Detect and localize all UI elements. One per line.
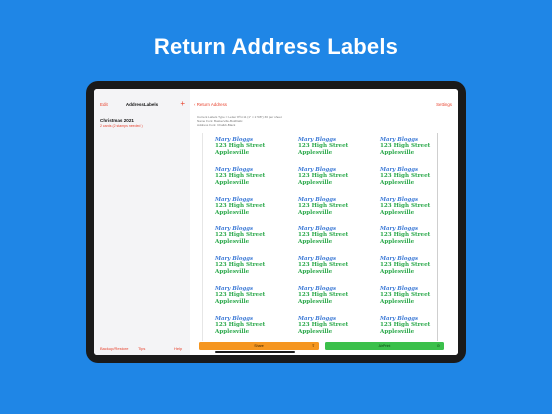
label-city: Applesville <box>298 239 333 246</box>
label-city: Applesville <box>215 328 250 335</box>
label-city: Applesville <box>298 328 333 335</box>
label-city: Applesville <box>298 179 333 186</box>
share-button-label: Share <box>254 344 264 348</box>
address-label: Mary Bloggs 123 High Street Applesville <box>215 197 289 221</box>
label-city: Applesville <box>380 209 415 216</box>
chevron-left-icon: ‹ <box>194 102 196 107</box>
marketing-headline: Return Address Labels <box>153 34 399 59</box>
label-street: 123 High Street <box>380 232 431 239</box>
label-city: Applesville <box>380 299 415 305</box>
label-street: 123 High Street <box>298 262 349 269</box>
address-label: Mary Bloggs 123 High Street Applesville <box>380 286 454 310</box>
address-label: Mary Bloggs 123 High Street Applesville <box>298 167 372 191</box>
label-street: 123 High Street <box>298 143 349 149</box>
address-label: Mary Bloggs 123 High Street Applesville <box>380 256 454 280</box>
label-city: Applesville <box>215 299 250 305</box>
address-label: Mary Bloggs 123 High Street Applesville <box>298 137 372 161</box>
address-label: Mary Bloggs 123 High Street Applesville <box>380 197 454 221</box>
address-label: Mary Bloggs 123 High Street Applesville <box>380 226 454 250</box>
ipad-screen: 2:02 PM Wed Mar 10 ▂▃▅ 100% Edit Address… <box>94 89 458 355</box>
home-indicator <box>215 351 295 353</box>
label-street: 123 High Street <box>215 321 266 328</box>
label-city: Applesville <box>380 239 415 246</box>
label-city: Applesville <box>298 150 333 156</box>
back-button[interactable]: ‹ Return Address <box>194 102 227 107</box>
sidebar: Edit AddressLabels + Christmas 2021 2 ca… <box>94 89 191 355</box>
main-panel: ‹ Return Address Settings Current Labels… <box>190 89 458 355</box>
address-label: Mary Bloggs 123 High Street Applesville <box>215 286 289 310</box>
label-street: 123 High Street <box>215 143 266 149</box>
sidebar-header: Edit AddressLabels + <box>94 99 190 111</box>
label-city: Applesville <box>215 150 250 156</box>
address-label: Mary Bloggs 123 High Street Applesville <box>298 226 372 250</box>
label-city: Applesville <box>215 209 250 216</box>
share-icon: ⇪ <box>311 343 315 348</box>
info-address-font: Address Font: Chalkb-Black <box>197 123 236 127</box>
address-label: Mary Bloggs 123 High Street Applesville <box>215 137 289 161</box>
backup-restore-button[interactable]: Backup/Restore <box>100 346 128 351</box>
label-street: 123 High Street <box>380 202 431 209</box>
label-street: 123 High Street <box>380 321 431 328</box>
address-label: Mary Bloggs 123 High Street Applesville <box>298 286 372 310</box>
address-label: Mary Bloggs 123 High Street Applesville <box>215 167 289 191</box>
label-city: Applesville <box>380 328 415 335</box>
address-label: Mary Bloggs 123 High Street Applesville <box>298 256 372 280</box>
sidebar-item-christmas-2021[interactable]: Christmas 2021 2 cards (2 stamps needed … <box>94 116 190 130</box>
label-street: 123 High Street <box>298 292 349 298</box>
address-label: Mary Bloggs 123 High Street Applesville <box>380 137 454 161</box>
address-label: Mary Bloggs 123 High Street Applesville <box>298 197 372 221</box>
label-street: 123 High Street <box>215 172 266 179</box>
label-street: 123 High Street <box>380 262 431 269</box>
address-label: Mary Bloggs 123 High Street Applesville <box>215 316 289 340</box>
address-label: Mary Bloggs 123 High Street Applesville <box>298 316 372 340</box>
label-city: Applesville <box>215 179 250 186</box>
plus-icon[interactable]: + <box>180 99 185 109</box>
label-street: 123 High Street <box>215 292 266 298</box>
label-city: Applesville <box>298 269 333 276</box>
label-settings-info: Current Labels Type = Letter 8½×11 (1" ×… <box>197 115 282 127</box>
address-label: Mary Bloggs 123 High Street Applesville <box>215 256 289 280</box>
label-street: 123 High Street <box>298 321 349 328</box>
label-city: Applesville <box>298 209 333 216</box>
label-street: 123 High Street <box>298 172 349 179</box>
address-label: Mary Bloggs 123 High Street Applesville <box>215 226 289 250</box>
sidebar-item-title: Christmas 2021 <box>100 118 134 123</box>
airprint-button-label: AirPrint <box>378 344 391 348</box>
sidebar-item-subtitle: 2 cards (2 stamps needed ) <box>100 124 143 128</box>
label-street: 123 High Street <box>215 262 266 269</box>
airprint-icon: ⊙ <box>436 343 440 348</box>
back-button-label: Return Address <box>196 102 227 107</box>
help-button[interactable]: Help <box>174 346 182 351</box>
sidebar-title: AddressLabels <box>125 102 159 107</box>
address-label: Mary Bloggs 123 High Street Applesville <box>380 316 454 340</box>
label-city: Applesville <box>380 150 415 156</box>
label-city: Applesville <box>380 269 415 276</box>
share-button[interactable]: Share ⇪ <box>199 342 319 350</box>
label-city: Applesville <box>380 179 415 186</box>
label-street: 123 High Street <box>298 232 349 239</box>
airprint-button[interactable]: AirPrint ⊙ <box>325 342 444 350</box>
address-label: Mary Bloggs 123 High Street Applesville <box>380 167 454 191</box>
label-street: 123 High Street <box>215 232 266 239</box>
label-street: 123 High Street <box>380 292 431 298</box>
label-street: 123 High Street <box>298 202 349 209</box>
nav-bar: ‹ Return Address Settings <box>190 99 458 111</box>
label-street: 123 High Street <box>215 202 266 209</box>
sidebar-footer: Backup/Restore Tips Help <box>94 343 190 353</box>
tips-button[interactable]: Tips <box>138 346 145 351</box>
label-street: 123 High Street <box>380 143 431 149</box>
label-city: Applesville <box>215 239 250 246</box>
label-street: 123 High Street <box>380 172 431 179</box>
settings-button[interactable]: Settings <box>436 102 452 107</box>
label-sheet-preview[interactable]: Mary Bloggs 123 High Street Applesville Mar… <box>202 133 438 341</box>
label-city: Applesville <box>215 269 250 276</box>
label-city: Applesville <box>298 299 333 305</box>
ipad-frame: 2:02 PM Wed Mar 10 ▂▃▅ 100% Edit Address… <box>86 81 466 363</box>
